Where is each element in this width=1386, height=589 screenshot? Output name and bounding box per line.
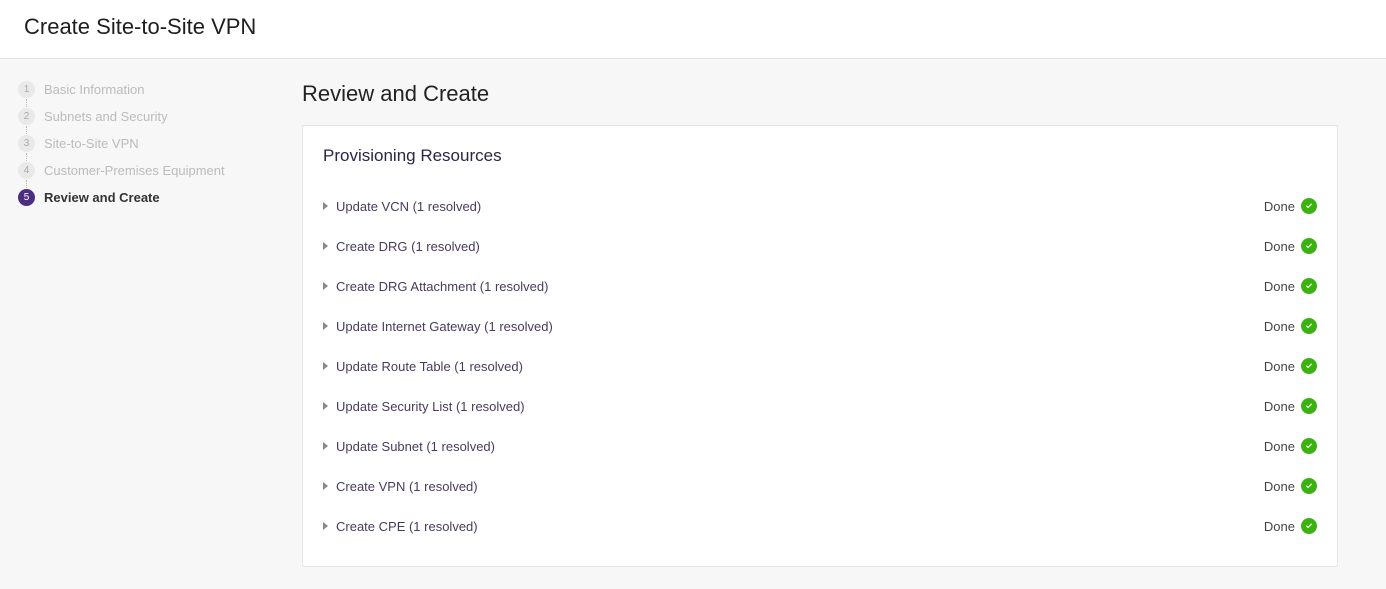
resources-list: Update VCN (1 resolved)DoneCreate DRG (1…: [323, 186, 1317, 546]
status-text: Done: [1264, 519, 1295, 534]
resource-label: Update Internet Gateway (1 resolved): [336, 319, 553, 334]
resource-status: Done: [1264, 358, 1317, 374]
resource-label: Update Security List (1 resolved): [336, 399, 525, 414]
caret-right-icon: [323, 442, 328, 450]
check-circle-icon: [1301, 478, 1317, 494]
resource-status: Done: [1264, 398, 1317, 414]
resource-label: Create CPE (1 resolved): [336, 519, 478, 534]
caret-right-icon: [323, 282, 328, 290]
main-content: Review and Create Provisioning Resources…: [280, 59, 1386, 589]
check-circle-icon: [1301, 438, 1317, 454]
resource-left: Update VCN (1 resolved): [323, 199, 481, 214]
wizard-step[interactable]: 5 Review and Create: [18, 189, 262, 206]
resource-row[interactable]: Update Subnet (1 resolved) Done: [323, 426, 1317, 466]
status-text: Done: [1264, 479, 1295, 494]
resource-left: Create DRG (1 resolved): [323, 239, 480, 254]
panel-heading: Provisioning Resources: [323, 146, 1317, 166]
resource-status: Done: [1264, 318, 1317, 334]
page-header: Create Site-to-Site VPN: [0, 0, 1386, 59]
resource-label: Create DRG (1 resolved): [336, 239, 480, 254]
resource-left: Update Route Table (1 resolved): [323, 359, 523, 374]
resource-left: Update Internet Gateway (1 resolved): [323, 319, 553, 334]
caret-right-icon: [323, 522, 328, 530]
check-circle-icon: [1301, 198, 1317, 214]
resource-row[interactable]: Create CPE (1 resolved) Done: [323, 506, 1317, 546]
step-number-badge: 3: [18, 135, 35, 152]
main-heading: Review and Create: [302, 81, 1338, 107]
provisioning-panel: Provisioning Resources Update VCN (1 res…: [302, 125, 1338, 567]
status-text: Done: [1264, 199, 1295, 214]
step-number-badge: 4: [18, 162, 35, 179]
check-circle-icon: [1301, 358, 1317, 374]
layout-container: 1 Basic Information 2 Subnets and Security 3…: [0, 59, 1386, 589]
resource-row[interactable]: Create DRG (1 resolved) Done: [323, 226, 1317, 266]
resource-label: Update Route Table (1 resolved): [336, 359, 523, 374]
resource-status: Done: [1264, 438, 1317, 454]
resource-label: Update VCN (1 resolved): [336, 199, 481, 214]
check-circle-icon: [1301, 238, 1317, 254]
caret-right-icon: [323, 362, 328, 370]
resource-left: Update Subnet (1 resolved): [323, 439, 495, 454]
wizard-steps: 1 Basic Information 2 Subnets and Security 3…: [18, 81, 262, 206]
page-title: Create Site-to-Site VPN: [24, 14, 1362, 40]
check-circle-icon: [1301, 518, 1317, 534]
check-circle-icon: [1301, 278, 1317, 294]
step-label: Site-to-Site VPN: [44, 136, 139, 151]
status-text: Done: [1264, 239, 1295, 254]
caret-right-icon: [323, 322, 328, 330]
resource-label: Create VPN (1 resolved): [336, 479, 478, 494]
resource-row[interactable]: Create DRG Attachment (1 resolved) Done: [323, 266, 1317, 306]
wizard-step[interactable]: 1 Basic Information: [18, 81, 262, 98]
wizard-step[interactable]: 4 Customer-Premises Equipment: [18, 162, 262, 179]
resource-row[interactable]: Update VCN (1 resolved) Done: [323, 186, 1317, 226]
resource-left: Create CPE (1 resolved): [323, 519, 478, 534]
status-text: Done: [1264, 439, 1295, 454]
resource-label: Create DRG Attachment (1 resolved): [336, 279, 548, 294]
resource-row[interactable]: Update Internet Gateway (1 resolved) Done: [323, 306, 1317, 346]
check-circle-icon: [1301, 318, 1317, 334]
step-label: Subnets and Security: [44, 109, 168, 124]
resource-left: Update Security List (1 resolved): [323, 399, 525, 414]
resource-status: Done: [1264, 478, 1317, 494]
resource-left: Create DRG Attachment (1 resolved): [323, 279, 548, 294]
resource-row[interactable]: Update Route Table (1 resolved) Done: [323, 346, 1317, 386]
wizard-step[interactable]: 3 Site-to-Site VPN: [18, 135, 262, 152]
step-label: Customer-Premises Equipment: [44, 163, 225, 178]
resource-status: Done: [1264, 278, 1317, 294]
resource-status: Done: [1264, 198, 1317, 214]
check-circle-icon: [1301, 398, 1317, 414]
status-text: Done: [1264, 359, 1295, 374]
caret-right-icon: [323, 482, 328, 490]
step-number-badge: 2: [18, 108, 35, 125]
resource-status: Done: [1264, 518, 1317, 534]
status-text: Done: [1264, 319, 1295, 334]
status-text: Done: [1264, 279, 1295, 294]
step-number-badge: 1: [18, 81, 35, 98]
resource-row[interactable]: Create VPN (1 resolved) Done: [323, 466, 1317, 506]
status-text: Done: [1264, 399, 1295, 414]
resource-status: Done: [1264, 238, 1317, 254]
resource-label: Update Subnet (1 resolved): [336, 439, 495, 454]
caret-right-icon: [323, 202, 328, 210]
step-number-badge: 5: [18, 189, 35, 206]
step-label: Review and Create: [44, 190, 160, 205]
resource-row[interactable]: Update Security List (1 resolved) Done: [323, 386, 1317, 426]
step-label: Basic Information: [44, 82, 144, 97]
caret-right-icon: [323, 242, 328, 250]
wizard-step[interactable]: 2 Subnets and Security: [18, 108, 262, 125]
caret-right-icon: [323, 402, 328, 410]
wizard-sidebar: 1 Basic Information 2 Subnets and Security 3…: [0, 59, 280, 589]
resource-left: Create VPN (1 resolved): [323, 479, 478, 494]
